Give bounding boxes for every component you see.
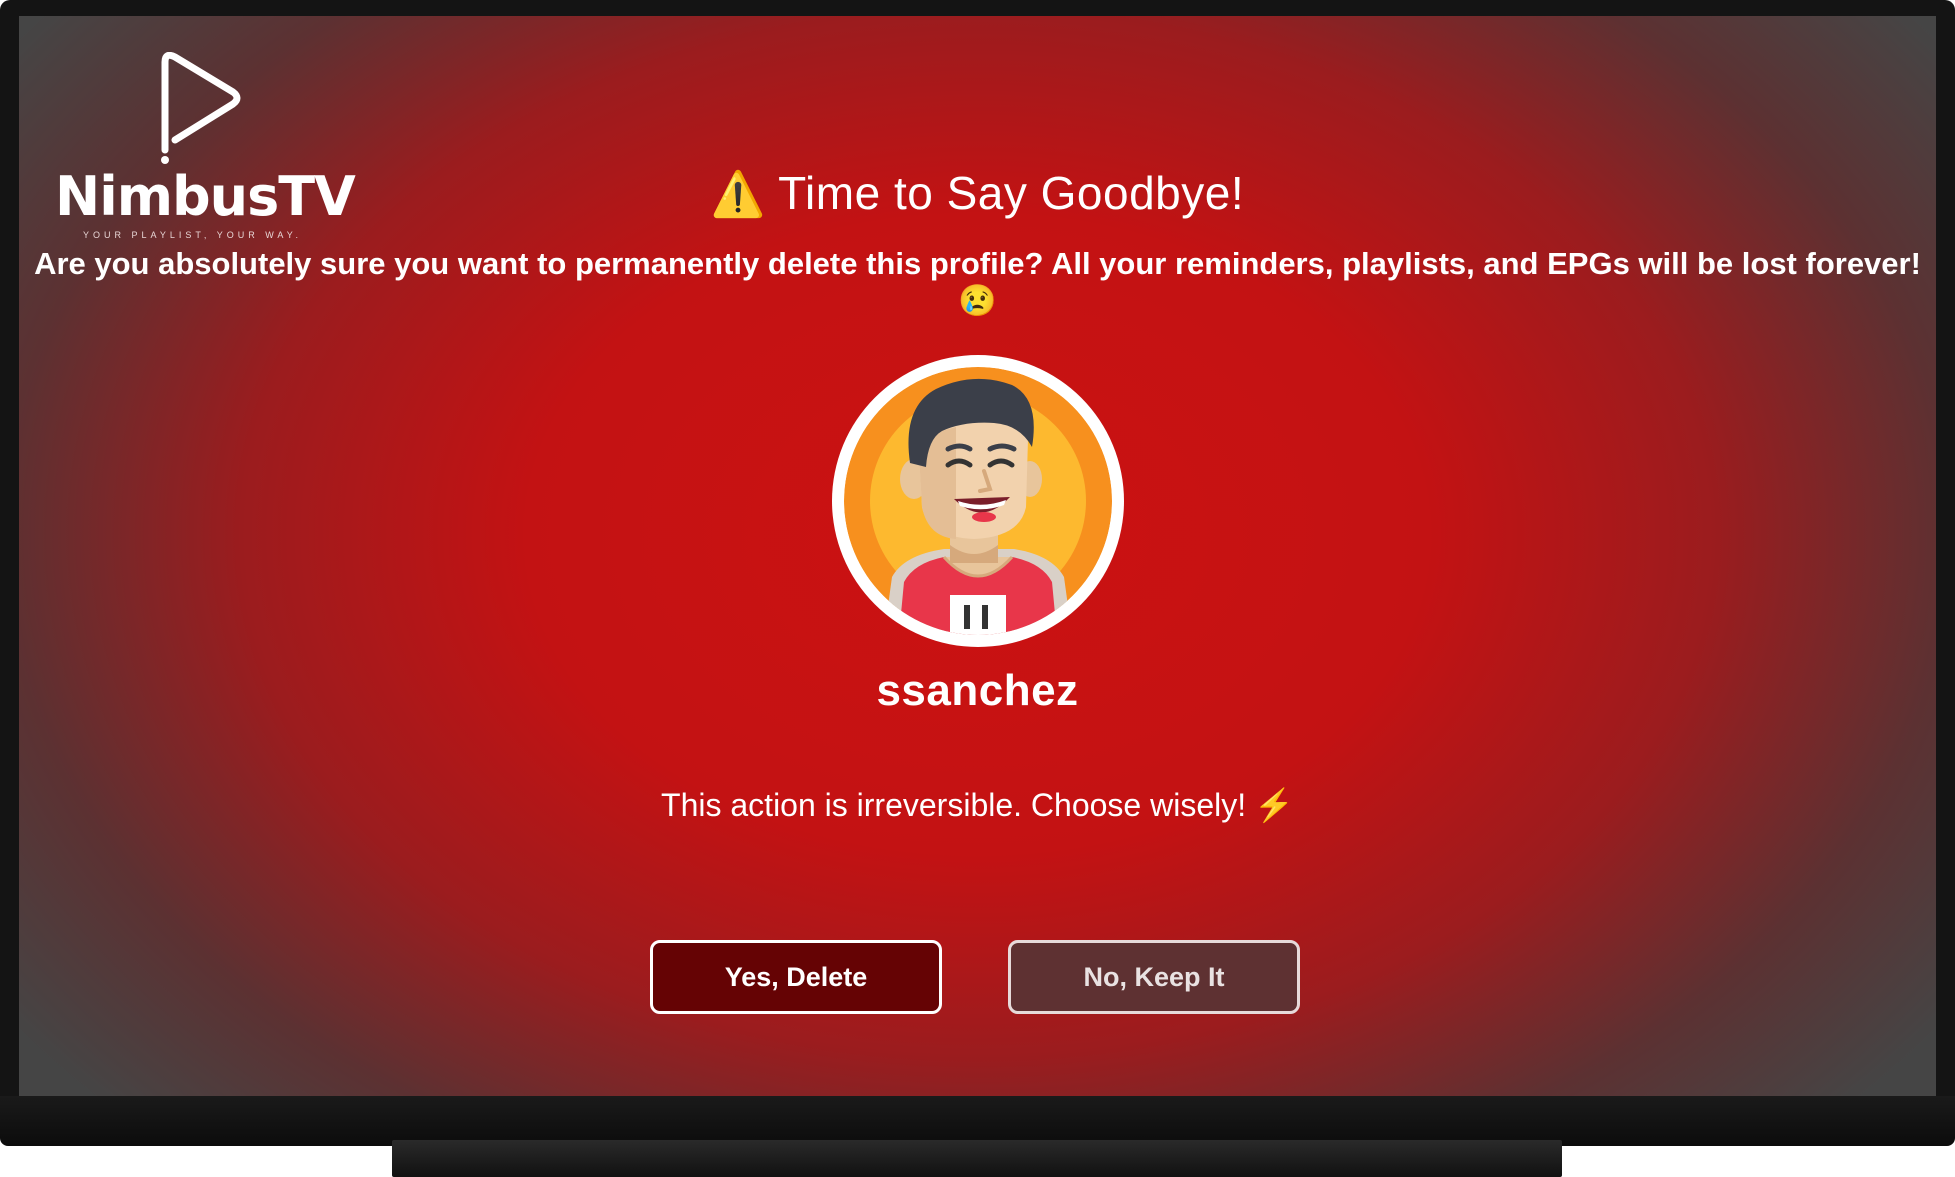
profile-username: ssanchez [876,666,1079,715]
dialog-message: Are you absolutely sure you want to perm… [34,246,1921,318]
tv-bezel-bottom [0,1096,1955,1146]
tv-stand [392,1140,1562,1177]
dialog-title: ⚠️ Time to Say Goodbye! [19,166,1936,220]
irreversible-note: This action is irreversible. Choose wise… [19,786,1936,824]
avatar [832,355,1124,647]
play-triangle-icon [161,52,241,164]
warning-icon: ⚠️ [710,170,767,219]
dialog-title-text: Time to Say Goodbye! [778,167,1245,219]
irreversible-note-text: This action is irreversible. Choose wise… [661,787,1247,823]
tv-screen: NimbusTV YOUR PLAYLIST, YOUR WAY. ⚠️ Time… [19,16,1936,1096]
cancel-keep-button[interactable]: No, Keep It [1008,940,1300,1014]
app-logo: NimbusTV YOUR PLAYLIST, YOUR WAY. [55,52,356,252]
smiling-man-avatar-icon [844,367,1112,635]
app-tagline: YOUR PLAYLIST, YOUR WAY. [83,230,303,240]
confirm-delete-button[interactable]: Yes, Delete [650,940,942,1014]
lightning-icon: ⚡ [1254,787,1294,823]
